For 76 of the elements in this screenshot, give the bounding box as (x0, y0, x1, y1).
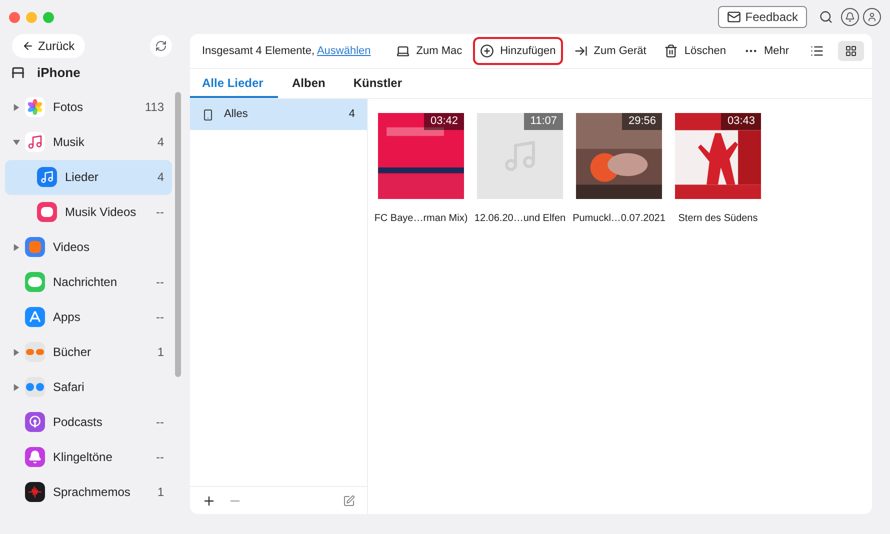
sidebar-item[interactable]: Musik Videos -- (5, 194, 172, 230)
tab[interactable]: Künstler (339, 69, 416, 98)
device-name: iPhone (37, 64, 80, 82)
sidebar-item[interactable]: Videos (5, 230, 172, 264)
playlist-item[interactable]: Alles 4 (190, 99, 367, 130)
item-count: Insgesamt 4 Elemente, Auswählen (202, 44, 371, 59)
sidebar-item[interactable]: Bücher 1 (5, 334, 172, 370)
sidebar-item[interactable]: Klingeltöne -- (5, 440, 172, 474)
duration-badge: 03:43 (721, 113, 761, 130)
caret-right-icon[interactable] (13, 348, 20, 356)
arrow-into-icon (574, 44, 588, 58)
song-title: 12.06.20…und Elfen (474, 212, 566, 226)
device-icon (11, 66, 25, 79)
list-icon (810, 44, 824, 58)
phone-icon (202, 108, 214, 122)
refresh-icon (155, 40, 167, 52)
caret-right-icon[interactable] (13, 104, 20, 110)
caret-down-icon[interactable] (13, 138, 20, 146)
song-title: Stern des Südens (678, 212, 758, 226)
envelope-icon (727, 10, 742, 24)
scrollbar[interactable] (175, 92, 181, 376)
song-title: FC Baye…rman Mix) (374, 212, 468, 226)
refresh-button[interactable] (150, 35, 172, 57)
toolbar-button[interactable]: Zum Mac (389, 37, 470, 65)
album-cover[interactable]: 03:43 (675, 113, 761, 199)
toolbar-button[interactable]: Hinzufügen (473, 37, 563, 65)
add-icon[interactable] (202, 494, 216, 508)
grid-view-button[interactable] (838, 41, 864, 61)
sidebar-item[interactable]: Fotos 113 (5, 90, 172, 124)
search-icon[interactable] (819, 10, 833, 24)
duration-badge: 29:56 (622, 113, 662, 130)
back-button[interactable]: Zurück (12, 34, 85, 58)
music-note-icon (37, 167, 57, 187)
sidebar-item[interactable]: Lieder 4 (5, 160, 172, 194)
select-link[interactable]: Auswählen (316, 44, 371, 57)
podcast-icon (25, 412, 45, 432)
grid-icon (845, 45, 857, 57)
bell-icon (25, 447, 45, 467)
flower-icon (25, 97, 45, 117)
feedback-button[interactable]: Feedback (718, 6, 807, 28)
edit-icon[interactable] (343, 494, 355, 506)
bell-icon (845, 12, 855, 22)
app-store-icon (25, 307, 45, 327)
video-icon (25, 237, 45, 257)
album-cover[interactable]: 11:07 (477, 113, 563, 199)
sidebar-item[interactable]: Nachrichten -- (5, 264, 172, 300)
duration-badge: 03:42 (424, 113, 464, 130)
song-title: Pumuckl…0.07.2021 (572, 212, 666, 226)
music-note-icon (25, 132, 45, 152)
trash-icon (664, 44, 678, 58)
toolbar-button[interactable]: Löschen (657, 37, 733, 65)
toolbar-button[interactable]: Mehr (736, 37, 796, 65)
sidebar-item[interactable]: Safari (5, 370, 172, 404)
toolbar-button[interactable]: Zum Gerät (566, 37, 654, 65)
user-icon (867, 12, 877, 22)
notification-button[interactable] (841, 8, 859, 26)
circles-icon (25, 377, 45, 397)
tab[interactable]: Alben (278, 69, 340, 98)
caret-right-icon[interactable] (13, 384, 20, 390)
sidebar-item[interactable]: Podcasts -- (5, 404, 172, 440)
album-cover[interactable]: 29:56 (576, 113, 662, 199)
waveform-icon (25, 482, 45, 502)
duration-badge: 11:07 (524, 113, 563, 130)
arrow-left-icon (22, 40, 34, 52)
video-icon (37, 202, 57, 222)
chat-bubble-icon (25, 272, 45, 292)
sidebar-item[interactable]: Apps -- (5, 300, 172, 334)
account-button[interactable] (863, 8, 881, 26)
sidebar-item[interactable]: Musik 4 (5, 124, 172, 160)
books-icon (25, 342, 45, 362)
close-button[interactable] (9, 12, 20, 22)
caret-right-icon[interactable] (13, 244, 20, 250)
sidebar-item[interactable]: Sprachmemos 1 (5, 474, 172, 510)
plus-circle-icon (480, 44, 494, 58)
laptop-icon (396, 44, 410, 58)
album-cover[interactable]: 03:42 (378, 113, 464, 199)
